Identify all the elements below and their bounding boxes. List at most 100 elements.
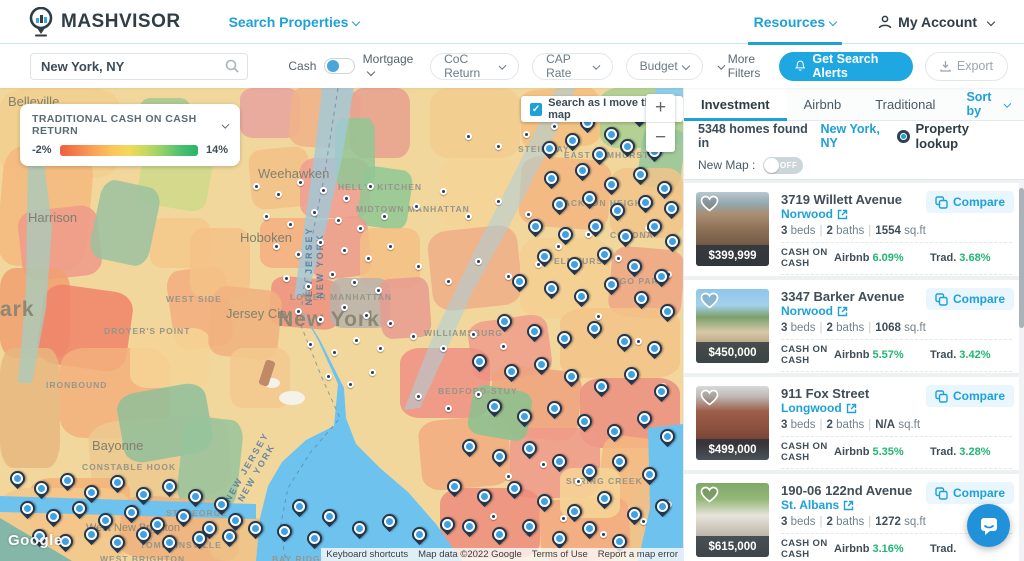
nav-my-account[interactable]: My Account: [878, 14, 994, 30]
nav-resources[interactable]: Resources: [754, 0, 837, 44]
tab-traditional[interactable]: Traditional: [858, 88, 952, 120]
location-search-box[interactable]: [30, 53, 248, 80]
map-pin-marker[interactable]: [571, 286, 592, 307]
map-dot-marker[interactable]: [523, 131, 530, 138]
map-pin-marker[interactable]: [589, 144, 610, 165]
tab-airbnb[interactable]: Airbnb: [787, 88, 859, 120]
map-pin-marker[interactable]: [549, 194, 570, 215]
map-pin-marker[interactable]: [484, 396, 505, 417]
map-pin-marker[interactable]: [634, 408, 655, 429]
map-dot-marker[interactable]: [365, 255, 372, 262]
map-pin-marker[interactable]: [133, 484, 154, 505]
favorite-heart-icon[interactable]: [700, 292, 719, 309]
map-dot-marker[interactable]: [415, 263, 422, 270]
map-dot-marker[interactable]: [295, 251, 302, 258]
map-pin-marker[interactable]: [644, 338, 665, 359]
map-dot-marker[interactable]: [551, 123, 558, 130]
map-pin-marker[interactable]: [525, 216, 546, 237]
map-pin-marker[interactable]: [489, 446, 510, 467]
keyboard-shortcuts-link[interactable]: Keyboard shortcuts: [321, 548, 413, 561]
zoom-out-button[interactable]: −: [646, 123, 675, 152]
map-pin-marker[interactable]: [662, 231, 683, 252]
map-pin-marker[interactable]: [57, 470, 78, 491]
map-pin-marker[interactable]: [654, 178, 675, 199]
map-dot-marker[interactable]: [320, 187, 327, 194]
map-pin-marker[interactable]: [639, 464, 660, 485]
compare-button[interactable]: Compare: [926, 191, 1014, 213]
map-pin-marker[interactable]: [81, 482, 102, 503]
zoom-in-button[interactable]: +: [646, 94, 675, 123]
map-pin-marker[interactable]: [489, 524, 510, 545]
map-dot-marker[interactable]: [295, 308, 302, 315]
map-dot-marker[interactable]: [317, 316, 324, 323]
map-pin-marker[interactable]: [31, 478, 52, 499]
map-dot-marker[interactable]: [273, 243, 280, 250]
map-pin-marker[interactable]: [474, 486, 495, 507]
map-dot-marker[interactable]: [325, 373, 332, 380]
map-dot-marker[interactable]: [287, 221, 294, 228]
map-pin-marker[interactable]: [561, 366, 582, 387]
map-dot-marker[interactable]: [465, 213, 472, 220]
map-dot-marker[interactable]: [357, 225, 364, 232]
budget-filter[interactable]: Budget: [626, 53, 703, 80]
mortgage-dropdown[interactable]: Mortgage: [363, 52, 417, 80]
map-dot-marker[interactable]: [475, 258, 482, 265]
map-dot-marker[interactable]: [505, 473, 512, 480]
map-dot-marker[interactable]: [575, 478, 582, 485]
map-dot-marker[interactable]: [615, 255, 622, 262]
map-pin-marker[interactable]: [564, 254, 585, 275]
map-dot-marker[interactable]: [369, 369, 376, 376]
map-dot-marker[interactable]: [377, 345, 384, 352]
compare-button[interactable]: Compare: [926, 482, 1014, 504]
map-dot-marker[interactable]: [275, 191, 282, 198]
map-pin-marker[interactable]: [409, 524, 430, 545]
scrollbar-thumb[interactable]: [1019, 188, 1024, 328]
map-dot-marker[interactable]: [635, 338, 642, 345]
map-pin-marker[interactable]: [245, 518, 266, 539]
map-pin-marker[interactable]: [107, 532, 128, 553]
map-pin-marker[interactable]: [304, 528, 325, 549]
map-pin-marker[interactable]: [159, 532, 180, 553]
map-pin-marker[interactable]: [469, 351, 490, 372]
map-dot-marker[interactable]: [263, 213, 270, 220]
map-pin-marker[interactable]: [121, 502, 142, 523]
tab-investment[interactable]: Investment: [684, 88, 787, 120]
map-dot-marker[interactable]: [387, 320, 394, 327]
cash-mortgage-toggle[interactable]: [324, 58, 354, 74]
map-pin-marker[interactable]: [549, 528, 570, 549]
map-pin-marker[interactable]: [519, 516, 540, 537]
map-pin-marker[interactable]: [601, 174, 622, 195]
map-pin-marker[interactable]: [601, 274, 622, 295]
map-pin-marker[interactable]: [579, 461, 600, 482]
map-pin-marker[interactable]: [289, 496, 310, 517]
map-dot-marker[interactable]: [367, 183, 374, 190]
coc-return-filter[interactable]: CoC Return: [430, 53, 519, 80]
map-pin-marker[interactable]: [519, 438, 540, 459]
map-pin-marker[interactable]: [539, 138, 560, 159]
property-photo[interactable]: $499,000: [696, 386, 769, 460]
property-lookup-radio[interactable]: Property lookup: [897, 121, 1010, 151]
map-pin-marker[interactable]: [524, 321, 545, 342]
map-pin-marker[interactable]: [621, 364, 642, 385]
map-pin-marker[interactable]: [635, 192, 656, 213]
map-dot-marker[interactable]: [375, 287, 382, 294]
map-pin-marker[interactable]: [494, 311, 515, 332]
map-pin-marker[interactable]: [631, 288, 652, 309]
map-dot-marker[interactable]: [600, 531, 607, 538]
map-dot-marker[interactable]: [555, 243, 562, 250]
more-filters[interactable]: More Filters: [719, 52, 779, 80]
map-pin-marker[interactable]: [624, 256, 645, 277]
map-pin-marker[interactable]: [594, 488, 615, 509]
map-dot-marker[interactable]: [351, 279, 358, 286]
checkbox-checked-icon[interactable]: ✓: [530, 103, 542, 116]
map-dot-marker[interactable]: [317, 239, 324, 246]
map-pin-marker[interactable]: [572, 160, 593, 181]
map-dot-marker[interactable]: [353, 337, 360, 344]
results-location-link[interactable]: New York, NY: [821, 122, 897, 150]
map-dot-marker[interactable]: [297, 179, 304, 186]
map-dot-marker[interactable]: [335, 217, 342, 224]
map-dot-marker[interactable]: [595, 313, 602, 320]
map-dot-marker[interactable]: [381, 213, 388, 220]
map-pin-marker[interactable]: [644, 216, 665, 237]
map-dot-marker[interactable]: [440, 188, 447, 195]
